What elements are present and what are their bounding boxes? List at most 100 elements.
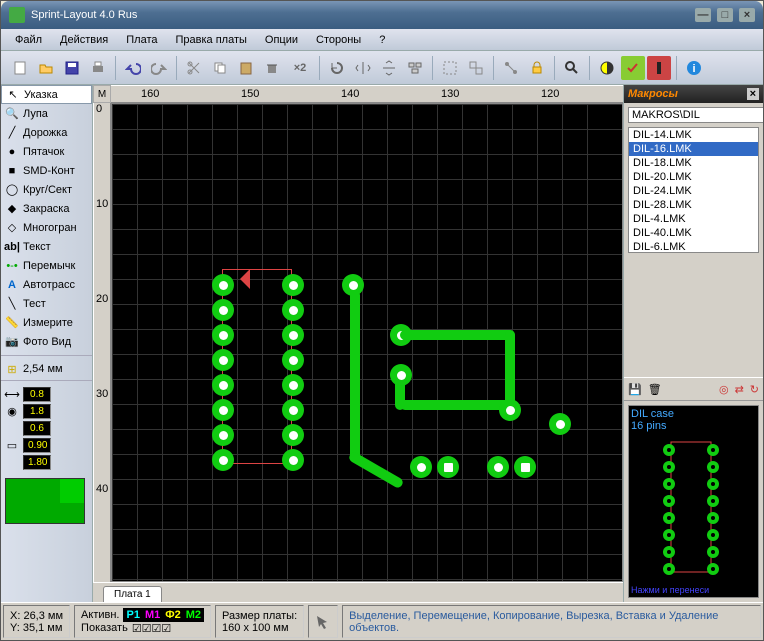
menu-sides[interactable]: Стороны [308,32,369,48]
tool-fill[interactable]: ◆Закраска [1,199,92,218]
grid-setting[interactable]: ⊞2,54 мм [5,362,88,376]
connections-button[interactable] [499,56,523,80]
macro-file-item[interactable]: DIL-18.LMK [629,156,758,170]
menu-edit[interactable]: Правка платы [167,32,254,48]
ruler-origin[interactable]: M [93,85,111,103]
mirror-h-button[interactable] [351,56,375,80]
pcb-pad[interactable] [282,299,304,321]
macro-flip-button[interactable]: ⇄ [735,383,744,396]
lock-button[interactable] [525,56,549,80]
tool-circle[interactable]: ◯Круг/Сект [1,180,92,199]
pcb-pad[interactable] [282,274,304,296]
pcb-pad[interactable] [514,456,536,478]
tab-board-1[interactable]: Плата 1 [103,586,162,602]
macro-file-item[interactable]: DIL-40.LMK [629,226,758,240]
tool-smd[interactable]: ■SMD-Конт [1,161,92,180]
pcb-pad[interactable] [212,424,234,446]
pcb-pad[interactable] [437,456,459,478]
macro-file-item[interactable]: DIL-14.LMK [629,128,758,142]
pcb-pad[interactable] [212,374,234,396]
pcb-pad[interactable] [212,349,234,371]
menu-board[interactable]: Плата [118,32,165,48]
contrast-button[interactable] [595,56,619,80]
group-button[interactable] [438,56,462,80]
drc-button[interactable] [621,56,645,80]
macro-file-item[interactable]: DIL-16.LMK [629,142,758,156]
undo-button[interactable] [121,56,145,80]
macro-file-item[interactable]: DIL-6.LMK [629,240,758,253]
pcb-pad[interactable] [282,424,304,446]
open-button[interactable] [34,56,58,80]
tool-pointer[interactable]: ↖Указка [1,85,92,104]
pcb-canvas[interactable] [111,103,623,582]
pcb-trace[interactable] [400,330,515,340]
copy-button[interactable] [208,56,232,80]
pcb-pad[interactable] [282,349,304,371]
smd-width-value[interactable]: 0.90 [23,438,51,453]
tool-test[interactable]: ╲Тест [1,294,92,313]
tool-photo[interactable]: 📷Фото Вид [1,332,92,351]
pcb-pad[interactable] [390,364,412,386]
redo-button[interactable] [147,56,171,80]
macro-save-button[interactable]: 💾 [628,383,642,396]
tool-pad[interactable]: ●Пятачок [1,142,92,161]
board-overview[interactable] [5,478,85,524]
pcb-trace[interactable] [505,330,515,410]
pcb-pad[interactable] [212,399,234,421]
smd-height-value[interactable]: 1.80 [23,455,51,470]
macro-path-input[interactable] [628,107,763,123]
close-button[interactable]: × [739,8,755,22]
menu-help[interactable]: ? [371,32,393,48]
pcb-pad[interactable] [499,399,521,421]
pcb-pad[interactable] [410,456,432,478]
tool-jumper[interactable]: •-•Перемычк [1,256,92,275]
tool-measure[interactable]: 📏Измерите [1,313,92,332]
pcb-pad[interactable] [282,399,304,421]
macro-rotate-button[interactable]: ↻ [750,383,759,396]
new-button[interactable] [8,56,32,80]
tool-poly[interactable]: ◇Многогран [1,218,92,237]
tool-autoroute[interactable]: AАвтотрасс [1,275,92,294]
pad-diameter-value[interactable]: 1.8 [23,404,51,419]
pcb-pad[interactable] [212,299,234,321]
panel-close-button[interactable]: × [747,88,759,100]
pcb-pad[interactable] [212,274,234,296]
menu-actions[interactable]: Действия [52,32,116,48]
minimize-button[interactable]: — [695,8,711,22]
pcb-pad[interactable] [212,324,234,346]
rotate-button[interactable] [325,56,349,80]
delete-button[interactable] [260,56,284,80]
pcb-trace[interactable] [350,290,360,460]
zoom-button[interactable] [560,56,584,80]
tool-track[interactable]: ╱Дорожка [1,123,92,142]
mirror-v-button[interactable] [377,56,401,80]
ungroup-button[interactable] [464,56,488,80]
menu-file[interactable]: Файл [7,32,50,48]
pcb-pad[interactable] [282,324,304,346]
layers-button[interactable] [647,56,671,80]
macro-file-item[interactable]: DIL-20.LMK [629,170,758,184]
pcb-pad[interactable] [487,456,509,478]
pcb-pad[interactable] [282,374,304,396]
save-button[interactable] [60,56,84,80]
paste-button[interactable] [234,56,258,80]
duplicate-button[interactable]: ×2 [286,56,314,80]
tool-text[interactable]: ab|Текст [1,237,92,256]
macro-target-button[interactable]: ◎ [719,383,729,396]
pcb-pad[interactable] [549,413,571,435]
maximize-button[interactable]: □ [717,8,733,22]
pcb-pad[interactable] [212,449,234,471]
pcb-trace[interactable] [400,400,515,410]
tool-zoom[interactable]: 🔍Лупа [1,104,92,123]
macro-file-item[interactable]: DIL-24.LMK [629,184,758,198]
align-button[interactable] [403,56,427,80]
macro-file-item[interactable]: DIL-28.LMK [629,198,758,212]
macro-file-item[interactable]: DIL-4.LMK [629,212,758,226]
macro-preview[interactable]: DIL case 16 pins Н [628,405,759,598]
macro-delete-button[interactable]: 🗑 [648,383,662,396]
status-layers[interactable]: Активн. Р1 М1 Ф2 М2 Показать☑☑☑☑ [74,605,211,638]
pcb-pad[interactable] [282,449,304,471]
info-button[interactable]: i [682,56,706,80]
track-width-value[interactable]: 0.8 [23,387,51,402]
cut-button[interactable] [182,56,206,80]
